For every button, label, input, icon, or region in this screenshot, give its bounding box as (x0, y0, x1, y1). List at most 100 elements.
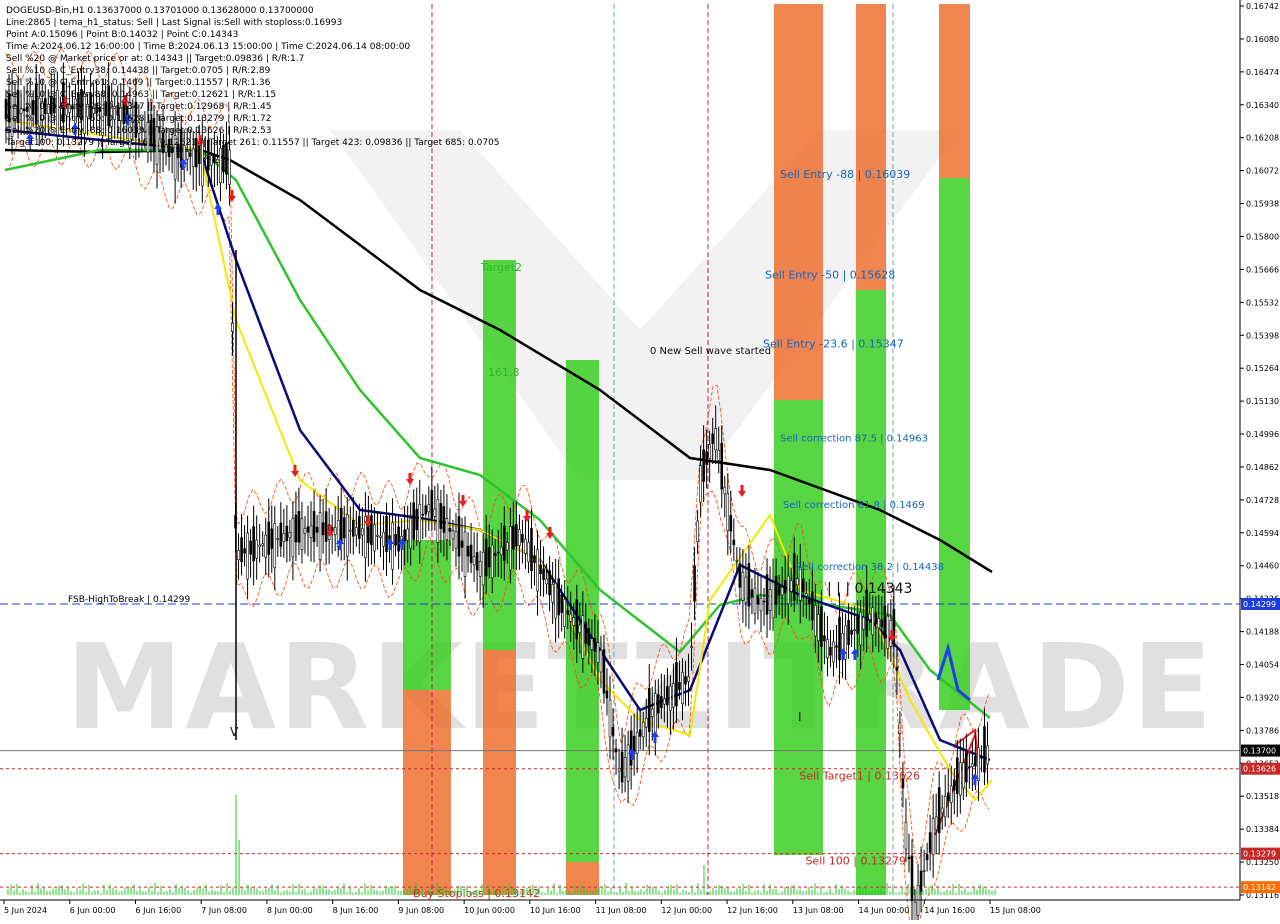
candle-body-274 (832, 641, 835, 663)
candle-body-287 (871, 607, 875, 636)
zone-10 (939, 4, 970, 178)
y-tick-label-0: 0.16742 (1246, 2, 1279, 11)
symbol-line: DOGEUSD-Bin,H1 0.13637000 0.13701000 0.1… (6, 6, 314, 16)
candle-body-55 (170, 148, 174, 154)
info-line-5: Sell %10 @ C_Entry61: 0.1469 || Target:0… (6, 78, 271, 88)
candle-body-81 (249, 540, 252, 555)
candle-body-201 (611, 727, 615, 736)
price-chart[interactable]: MARKETZITRADE FSB-HighToBreak | 0.14299S… (0, 0, 1280, 924)
x-tick-label-2: 6 Jun 16:00 (135, 906, 181, 915)
x-tick-label-6: 9 Jun 08:00 (398, 906, 444, 915)
candle-body-251 (762, 600, 766, 603)
chart-container[interactable]: MARKETZITRADE FSB-HighToBreak | 0.14299 S… (0, 0, 1280, 924)
candle-body-261 (792, 553, 796, 601)
candle-body-290 (880, 619, 884, 628)
candle-body-133 (406, 528, 409, 541)
annotation-6: Sell correction 38.2 | 0.14438 (796, 562, 944, 573)
candle-body-200 (608, 699, 612, 738)
candle-body-303 (919, 870, 923, 892)
candle-body-183 (557, 578, 560, 616)
candle-body-316 (959, 762, 962, 796)
candle-body-284 (862, 616, 865, 630)
candle-body-144 (439, 503, 443, 529)
annotation-4: Sell correction 61.8 | 0.1469 (783, 500, 925, 511)
candle-body-325 (986, 745, 989, 765)
candle-body-149 (454, 530, 458, 549)
y-tick-label-9: 0.15532 (1246, 298, 1279, 307)
candle-body-147 (448, 527, 452, 532)
candle-body-91 (279, 522, 283, 547)
candle-body-264 (801, 578, 805, 593)
candle-body-295 (895, 666, 899, 671)
x-tick-label-3: 7 Jun 08:00 (201, 906, 247, 915)
candle-body-173 (527, 542, 530, 563)
y-tick-label-13: 0.14996 (1246, 430, 1279, 439)
x-tick-label-1: 6 Jun 00:00 (70, 906, 116, 915)
candle-body-278 (844, 625, 847, 660)
x-tick-label-9: 11 Jun 08:00 (596, 906, 647, 915)
candle-body-118 (361, 528, 364, 536)
candle-body-319 (968, 766, 971, 769)
candle-body-315 (955, 757, 959, 795)
candle-body-237 (720, 443, 724, 490)
candle-body-148 (451, 530, 455, 540)
candle-body-79 (243, 548, 246, 554)
candle-body-164 (499, 546, 503, 556)
candle-body-224 (681, 671, 684, 705)
annotation-10: V (230, 725, 239, 739)
candle-body-306 (928, 832, 932, 853)
candle-body-233 (708, 444, 711, 460)
y-tick-label-16: 0.14594 (1246, 529, 1279, 538)
candle-body-273 (829, 647, 832, 656)
zone-8 (856, 4, 886, 290)
candle-body-225 (684, 676, 687, 685)
info-line-9: Sell %20 @ Entry -88: 0.16039 || Target:… (6, 126, 271, 136)
candle-body-155 (472, 556, 476, 566)
candle-body-166 (506, 542, 509, 551)
candle-body-128 (391, 522, 394, 570)
candle-body-111 (339, 508, 343, 544)
candle-body-97 (297, 511, 301, 543)
candle-body-312 (946, 792, 950, 802)
candle-body-228 (693, 565, 696, 602)
candle-body-132 (403, 529, 406, 542)
candle-body-288 (874, 612, 878, 625)
candle-body-89 (273, 523, 277, 568)
candle-body-175 (533, 555, 536, 563)
candle-body-181 (551, 584, 554, 603)
candle-body-282 (856, 616, 859, 634)
candle-body-247 (750, 589, 754, 597)
candle-body-221 (672, 683, 675, 708)
info-line-3: Sell %20 @ Market price or at: 0.14343 |… (6, 54, 304, 64)
candle-body-283 (859, 612, 862, 646)
y-tick-label-1: 0.16080 (1246, 35, 1279, 44)
y-tick-label-20: 0.14054 (1246, 661, 1279, 670)
candle-body-239 (726, 493, 730, 532)
candle-body-146 (445, 518, 449, 540)
y-tick-label-21: 0.13920 (1246, 693, 1279, 702)
candle-body-207 (629, 730, 633, 766)
candle-body-296 (898, 722, 902, 734)
candle-body-186 (566, 610, 570, 616)
candle-body-94 (288, 531, 292, 538)
zone-1 (403, 690, 451, 895)
candle-body-310 (940, 807, 944, 814)
candle-body-86 (264, 534, 268, 558)
candle-body-170 (518, 529, 521, 546)
candle-body-150 (457, 516, 461, 557)
candle-body-158 (481, 551, 485, 586)
candle-body-234 (711, 433, 714, 444)
candle-body-289 (877, 618, 881, 629)
zone-2 (483, 260, 516, 650)
x-tick-label-15: 15 Jun 08:00 (990, 906, 1041, 915)
candle-body-61 (188, 152, 192, 157)
candle-body-162 (493, 553, 497, 556)
candle-body-249 (756, 596, 760, 605)
y-tick-label-22: 0.13786 (1246, 726, 1279, 735)
candle-body-198 (602, 649, 606, 694)
candle-body-168 (512, 525, 515, 550)
candle-body-266 (808, 599, 811, 604)
y-tick-label-4: 0.16208 (1246, 134, 1279, 143)
candle-body-121 (370, 515, 373, 545)
candle-body-141 (430, 489, 434, 520)
